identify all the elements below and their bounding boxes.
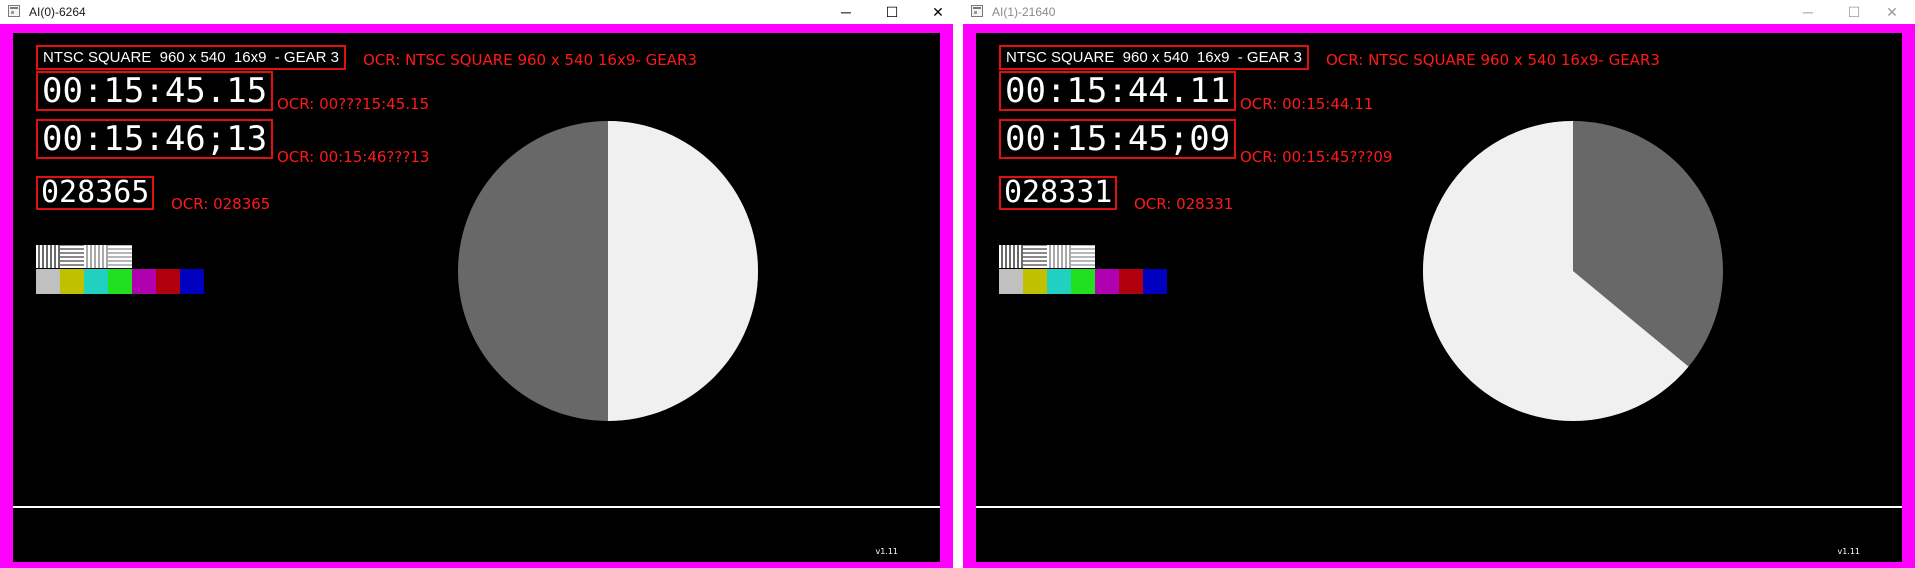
color-bar — [1047, 269, 1071, 294]
color-bar — [180, 269, 204, 294]
video-frame: NTSC SQUARE 960 x 540 16x9 - GEAR 3 OCR:… — [13, 33, 940, 562]
color-bar — [108, 269, 132, 294]
title-bar[interactable]: AI(1)-21640 ─ ☐ ✕ — [963, 0, 1915, 24]
window-border: NTSC SQUARE 960 x 540 16x9 - GEAR 3 OCR:… — [963, 24, 1915, 568]
gray-patch — [1023, 245, 1047, 268]
color-bar — [84, 269, 108, 294]
gear-ocr-text: OCR: NTSC SQUARE 960 x 540 16x9- GEAR3 — [363, 51, 697, 69]
color-bar — [1119, 269, 1143, 294]
frame-count-box: 028365 — [36, 176, 155, 210]
sweep-pie — [458, 121, 758, 421]
window-gap — [953, 0, 963, 568]
color-bar — [60, 269, 84, 294]
color-bar — [1095, 269, 1119, 294]
color-bar — [999, 269, 1023, 294]
gray-patches — [999, 245, 1095, 268]
gear-ocr-text: OCR: NTSC SQUARE 960 x 540 16x9- GEAR3 — [1326, 51, 1660, 69]
color-bar — [132, 269, 156, 294]
app-icon[interactable] — [971, 5, 983, 17]
window-title: AI(1)-21640 — [992, 5, 1056, 19]
window-ai1: AI(1)-21640 ─ ☐ ✕ NTSC SQUARE 960 x 540 … — [963, 0, 1915, 568]
timecode-1-box: 00:15:45.15 — [36, 71, 274, 111]
color-bars — [36, 269, 204, 294]
color-bar — [36, 269, 60, 294]
app-icon[interactable] — [8, 5, 20, 17]
gray-patch — [60, 245, 84, 268]
timecode-2-box: 00:15:46;13 — [36, 119, 274, 159]
maximize-icon[interactable]: ☐ — [869, 0, 915, 24]
timecode-2-box: 00:15:45;09 — [999, 119, 1237, 159]
baseline-divider — [13, 506, 940, 508]
title-bar[interactable]: AI(0)-6264 ─ ☐ ✕ — [0, 0, 953, 24]
gear-label-box: NTSC SQUARE 960 x 540 16x9 - GEAR 3 — [999, 45, 1309, 70]
timecode-1-ocr-text: OCR: 00???15:45.15 — [277, 95, 430, 113]
gray-patch — [1071, 245, 1095, 268]
baseline-divider — [976, 506, 1902, 508]
gray-patch — [84, 245, 108, 268]
window-border: NTSC SQUARE 960 x 540 16x9 - GEAR 3 OCR:… — [0, 24, 953, 568]
gray-patches — [36, 245, 132, 268]
gray-patch — [36, 245, 60, 268]
gear-label-box: NTSC SQUARE 960 x 540 16x9 - GEAR 3 — [36, 45, 346, 70]
minimize-icon[interactable]: ─ — [823, 0, 869, 24]
video-frame: NTSC SQUARE 960 x 540 16x9 - GEAR 3 OCR:… — [976, 33, 1902, 562]
color-bar — [1071, 269, 1095, 294]
gray-patch — [1047, 245, 1071, 268]
frame-count-ocr-text: OCR: 028365 — [171, 195, 271, 213]
gray-patch — [108, 245, 132, 268]
timecode-1-box: 00:15:44.11 — [999, 71, 1237, 111]
color-bar — [156, 269, 180, 294]
window-title: AI(0)-6264 — [29, 5, 86, 19]
minimize-icon[interactable]: ─ — [1785, 0, 1831, 24]
pie-light-slice — [608, 121, 758, 421]
close-icon[interactable]: ✕ — [1869, 0, 1915, 24]
gray-patch — [999, 245, 1023, 268]
version-label: v1.11 — [1837, 547, 1860, 556]
timecode-2-ocr-text: OCR: 00:15:45???09 — [1240, 148, 1393, 166]
timecode-1-ocr-text: OCR: 00:15:44.11 — [1240, 95, 1374, 113]
timecode-2-ocr-text: OCR: 00:15:46???13 — [277, 148, 430, 166]
window-ai0: AI(0)-6264 ─ ☐ ✕ NTSC SQUARE 960 x 540 1… — [0, 0, 953, 568]
color-bars — [999, 269, 1167, 294]
frame-count-box: 028331 — [999, 176, 1118, 210]
sweep-pie — [1423, 121, 1723, 421]
color-bar — [1023, 269, 1047, 294]
frame-count-ocr-text: OCR: 028331 — [1134, 195, 1234, 213]
version-label: v1.11 — [875, 547, 898, 556]
color-bar — [1143, 269, 1167, 294]
